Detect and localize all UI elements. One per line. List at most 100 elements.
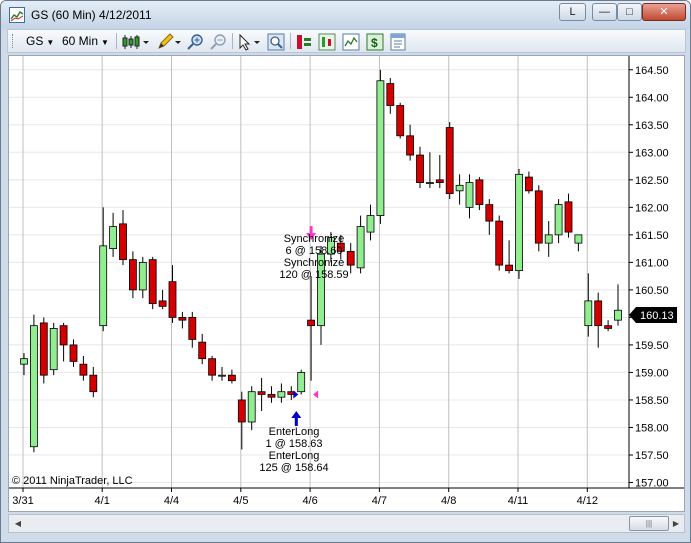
candle-up: [109, 226, 117, 250]
price-tick-label: 163.50: [635, 120, 669, 132]
candle-down: [396, 105, 405, 137]
scrollbar-thumb[interactable]: |||: [629, 516, 669, 531]
title-bar[interactable]: GS (60 Min) 4/12/2011 L — □ ✕: [1, 1, 690, 29]
entry-arrow-shaft: [294, 417, 298, 426]
price-tick-label: 157.50: [635, 450, 669, 462]
date-tick-label: 4/7: [372, 495, 387, 507]
scroll-left-icon[interactable]: ◀: [11, 517, 25, 530]
toolbar-grip[interactable]: [12, 34, 15, 48]
candle-down: [267, 394, 276, 398]
sync-execution-triangle: [313, 390, 319, 399]
entry-label-3: EnterLong: [269, 450, 320, 462]
price-tick-label: 162.50: [635, 175, 669, 187]
chevron-down-icon: ▼: [101, 38, 109, 47]
minimize-button[interactable]: —: [592, 3, 617, 21]
magnifier-icon[interactable]: [267, 33, 285, 51]
zoom-out-icon[interactable]: [209, 33, 227, 51]
entry-label-1: EnterLong: [269, 426, 320, 438]
candle-down: [148, 259, 157, 305]
copyright-text: © 2011 NinjaTrader, LLC: [12, 475, 133, 487]
candle-down: [604, 325, 612, 329]
candle-down: [406, 135, 415, 156]
chevron-down-icon: ▼: [46, 38, 55, 47]
candle-up: [29, 325, 38, 448]
layout-button[interactable]: L: [559, 3, 586, 21]
price-chart[interactable]: 164.50 164.00 163.50 163.00 162.50 162.00 161.…: [9, 56, 684, 511]
candle-up: [584, 300, 593, 327]
candle-up: [425, 182, 434, 184]
date-tick-label: 4/1: [95, 495, 110, 507]
candle-up: [138, 261, 147, 291]
toolbar-separator: [116, 33, 117, 49]
close-button[interactable]: ✕: [642, 3, 686, 21]
date-tick-label: 4/8: [441, 495, 456, 507]
candle-down: [227, 374, 236, 382]
chart-panel[interactable]: 164.50 164.00 163.50 163.00 162.50 162.00 161.…: [8, 55, 685, 512]
interval-selector[interactable]: 60 Min ▼: [62, 33, 109, 50]
price-tick-label: 164.50: [635, 65, 669, 77]
instrument-label: GS: [26, 34, 44, 48]
candle-down: [168, 281, 177, 318]
interval-label: 60 Min: [62, 34, 99, 48]
price-tick-label: 160.50: [635, 285, 669, 297]
candle-down: [445, 127, 454, 194]
candle-down: [257, 391, 266, 395]
candle-down: [178, 317, 187, 321]
cursor-icon[interactable]: [237, 33, 263, 51]
candle-up: [277, 391, 286, 398]
candle-down: [495, 220, 504, 266]
entry-label-4: 125 @ 158.64: [259, 462, 328, 474]
chart-axes: 164.50 164.00 163.50 163.00 162.50 162.00 161.…: [12, 65, 668, 507]
candle-down: [188, 317, 197, 340]
date-tick-label: 4/5: [233, 495, 248, 507]
price-tick-label: 162.00: [635, 202, 669, 214]
last-price-label: 160.13: [640, 310, 674, 322]
candle-up: [218, 374, 226, 377]
candlestick-style-icon[interactable]: [121, 33, 151, 51]
price-tick-label: 163.00: [635, 147, 669, 159]
candle-down: [416, 154, 424, 183]
strategies-icon[interactable]: $: [366, 33, 384, 51]
candle-down: [69, 344, 78, 362]
candle-up: [20, 358, 28, 365]
indicators-icon[interactable]: [342, 33, 360, 51]
properties-icon[interactable]: [389, 33, 407, 51]
pencil-draw-icon[interactable]: [156, 33, 182, 51]
sync-label-2: 6 @ 158.60: [285, 245, 342, 257]
entry-annotation: EnterLong 1 @ 158.63 EnterLong 125 @ 158…: [259, 426, 328, 474]
candle-up: [544, 234, 553, 244]
candle-up: [515, 173, 523, 272]
candle-down: [594, 300, 603, 327]
candle-up: [247, 391, 256, 423]
zoom-in-icon[interactable]: [186, 33, 204, 51]
candle-up: [465, 182, 474, 208]
sync-annotation: Synchronize 6 @ 158.60 Synchronize 120 @…: [279, 233, 348, 281]
scroll-right-icon[interactable]: ▶: [669, 517, 683, 530]
candle-down: [525, 176, 533, 192]
candle-down: [59, 325, 68, 346]
maximize-button[interactable]: □: [617, 3, 642, 21]
chart-toolbar: GS ▼ 60 Min ▼ $: [7, 29, 686, 53]
candle-up: [99, 245, 108, 327]
candle-down: [505, 264, 514, 272]
candle-down: [307, 319, 316, 327]
candle-down: [198, 341, 207, 360]
price-tick-label: 164.00: [635, 92, 669, 104]
chart-trader-icon[interactable]: [318, 33, 336, 51]
candle-down: [386, 83, 395, 106]
date-tick-label: 4/4: [164, 495, 179, 507]
candle-up: [356, 226, 365, 269]
horizontal-scrollbar[interactable]: ◀ ||| ▶: [8, 514, 685, 533]
date-tick-label: 4/6: [302, 495, 317, 507]
candle-up: [455, 184, 464, 192]
candle-down: [534, 190, 543, 244]
candle-down: [208, 358, 217, 376]
candle-up: [614, 309, 622, 321]
sync-label-3: Synchronize: [284, 257, 345, 269]
data-box-icon[interactable]: [295, 33, 313, 51]
candle-up: [376, 80, 385, 216]
candle-up: [49, 328, 58, 371]
candle-down: [237, 399, 246, 423]
price-tick-label: 159.50: [635, 340, 669, 352]
instrument-selector[interactable]: GS ▼: [26, 33, 54, 50]
